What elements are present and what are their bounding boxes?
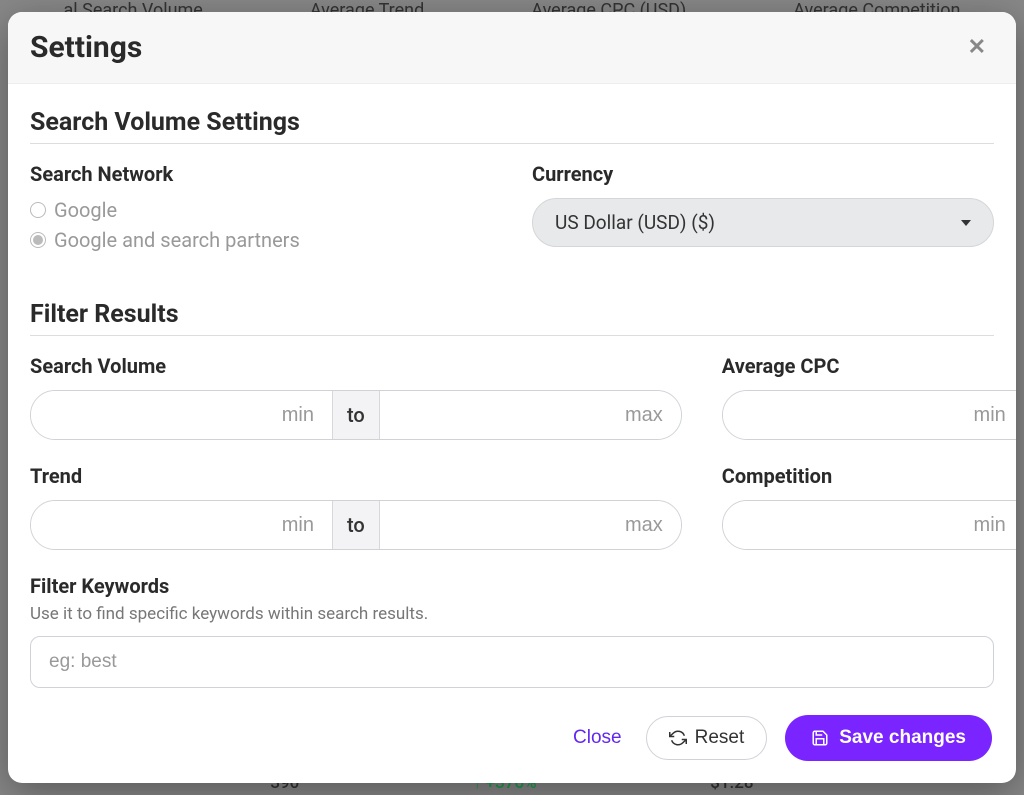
range-separator: to <box>332 501 380 549</box>
currency-label: Currency <box>532 162 994 186</box>
filter-keywords-help: Use it to find specific keywords within … <box>30 604 994 624</box>
close-icon[interactable]: ✕ <box>960 31 994 64</box>
trend-max-input[interactable] <box>380 501 681 549</box>
trend-range: to <box>30 500 682 550</box>
reset-icon <box>669 729 687 747</box>
modal-header: Settings ✕ <box>8 12 1016 84</box>
search-volume-min-input[interactable] <box>31 391 332 439</box>
competition-range: to <box>722 500 1016 550</box>
radio-google[interactable]: Google <box>30 198 492 222</box>
trend-range-label: Trend <box>30 464 682 488</box>
average-cpc-range: to <box>722 390 1016 440</box>
search-volume-range: to <box>30 390 682 440</box>
competition-min-input[interactable] <box>723 501 1016 549</box>
save-changes-button[interactable]: Save changes <box>785 715 992 761</box>
close-button[interactable]: Close <box>567 719 628 757</box>
modal-body: Search Volume Settings Search Network Go… <box>8 84 1016 697</box>
section-search-volume-settings: Search Volume Settings <box>30 94 994 144</box>
chevron-down-icon <box>961 220 971 226</box>
radio-icon <box>30 202 46 218</box>
currency-select[interactable]: US Dollar (USD) ($) <box>532 198 994 247</box>
search-volume-range-label: Search Volume <box>30 354 682 378</box>
modal-title: Settings <box>30 30 142 65</box>
average-cpc-range-label: Average CPC <box>722 354 1016 378</box>
save-icon <box>811 729 829 747</box>
reset-button-label: Reset <box>695 727 745 749</box>
range-separator: to <box>332 391 380 439</box>
filter-keywords-label: Filter Keywords <box>30 574 994 598</box>
trend-min-input[interactable] <box>31 501 332 549</box>
filter-keywords-input[interactable] <box>30 636 994 688</box>
settings-modal: Settings ✕ Search Volume Settings Search… <box>8 12 1016 783</box>
competition-range-label: Competition <box>722 464 1016 488</box>
save-button-label: Save changes <box>839 727 966 749</box>
currency-selected-value: US Dollar (USD) ($) <box>555 211 715 234</box>
modal-footer: Close Reset Save changes <box>8 697 1016 783</box>
reset-button[interactable]: Reset <box>646 716 768 760</box>
search-network-label: Search Network <box>30 162 492 186</box>
radio-google-label: Google <box>54 198 117 222</box>
radio-google-partners-label: Google and search partners <box>54 228 300 252</box>
section-filter-results: Filter Results <box>30 286 994 336</box>
radio-icon <box>30 232 46 248</box>
search-volume-max-input[interactable] <box>380 391 681 439</box>
average-cpc-min-input[interactable] <box>723 391 1016 439</box>
radio-google-partners[interactable]: Google and search partners <box>30 228 492 252</box>
